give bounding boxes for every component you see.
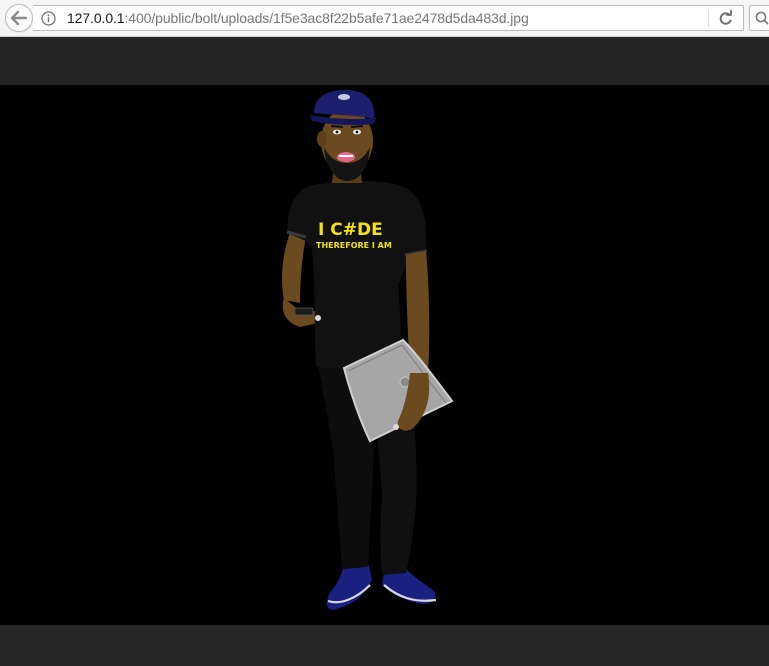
phone — [294, 307, 314, 316]
address-bar[interactable]: 127.0.0.1:400/public/bolt/uploads/1f5e3a… — [33, 5, 744, 31]
reload-separator — [708, 11, 709, 27]
shirt-slogan-sub: THEREFORE I AM — [316, 241, 392, 250]
left-shoe — [327, 563, 372, 610]
left-upper-arm — [282, 233, 306, 303]
browser-toolbar: 127.0.0.1:400/public/bolt/uploads/1f5e3a… — [0, 0, 769, 37]
url-path: :400/public/bolt/uploads/1f5e3ac8f22b5af… — [124, 10, 529, 26]
image-viewport: I C#DE THEREFORE I AM — [0, 85, 769, 625]
url-host: 127.0.0.1 — [67, 10, 125, 26]
reload-button[interactable] — [714, 9, 738, 28]
viewer-bottom-bar — [0, 625, 769, 666]
back-button[interactable] — [5, 4, 33, 32]
cap — [310, 90, 376, 125]
search-box[interactable] — [749, 5, 769, 31]
search-icon — [755, 11, 769, 25]
ring — [393, 424, 399, 430]
cap-logo — [338, 94, 350, 100]
arrow-left-icon — [10, 10, 28, 26]
shirt-slogan-main: I C#DE — [318, 220, 383, 240]
url-text[interactable]: 127.0.0.1:400/public/bolt/uploads/1f5e3a… — [67, 10, 529, 27]
reload-icon — [719, 10, 732, 25]
watch — [315, 315, 321, 321]
ear — [317, 131, 327, 147]
info-circle-icon[interactable] — [41, 11, 56, 26]
cartoon-developer-image: I C#DE THEREFORE I AM — [282, 90, 454, 610]
viewer-top-bar — [0, 38, 769, 85]
